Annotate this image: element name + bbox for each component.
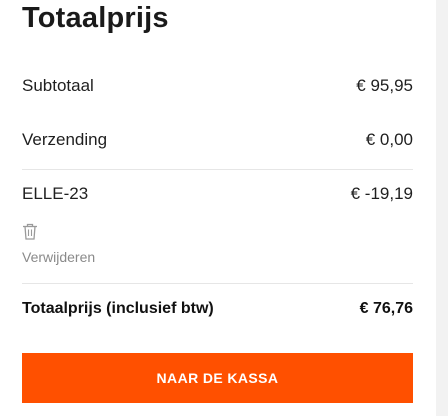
discount-code-label: ELLE-23 (22, 184, 89, 203)
remove-discount-link[interactable]: Verwijderen (22, 249, 95, 265)
total-value: € 76,76 (359, 300, 413, 317)
subtotal-value: € 95,95 (356, 76, 413, 95)
divider (22, 283, 413, 284)
shipping-value: € 0,00 (365, 130, 413, 149)
total-label: Totaalprijs (inclusief btw) (22, 300, 214, 317)
order-summary-panel: Totaalprijs Subtotaal € 95,95 Verzending… (0, 0, 436, 416)
shipping-row: Verzending € 0,00 (22, 130, 413, 150)
checkout-button[interactable]: NAAR DE KASSA (22, 353, 413, 403)
trash-icon[interactable] (22, 223, 38, 240)
subtotal-row: Subtotaal € 95,95 (22, 76, 413, 96)
subtotal-label: Subtotaal (22, 76, 94, 95)
shipping-label: Verzending (22, 130, 108, 149)
total-row: Totaalprijs (inclusief btw) € 76,76 (22, 300, 413, 318)
discount-row: ELLE-23 € -19,19 (22, 184, 413, 204)
divider (22, 169, 413, 170)
summary-title: Totaalprijs (22, 2, 169, 34)
page-background-strip (436, 0, 448, 416)
discount-value: € -19,19 (350, 184, 413, 203)
